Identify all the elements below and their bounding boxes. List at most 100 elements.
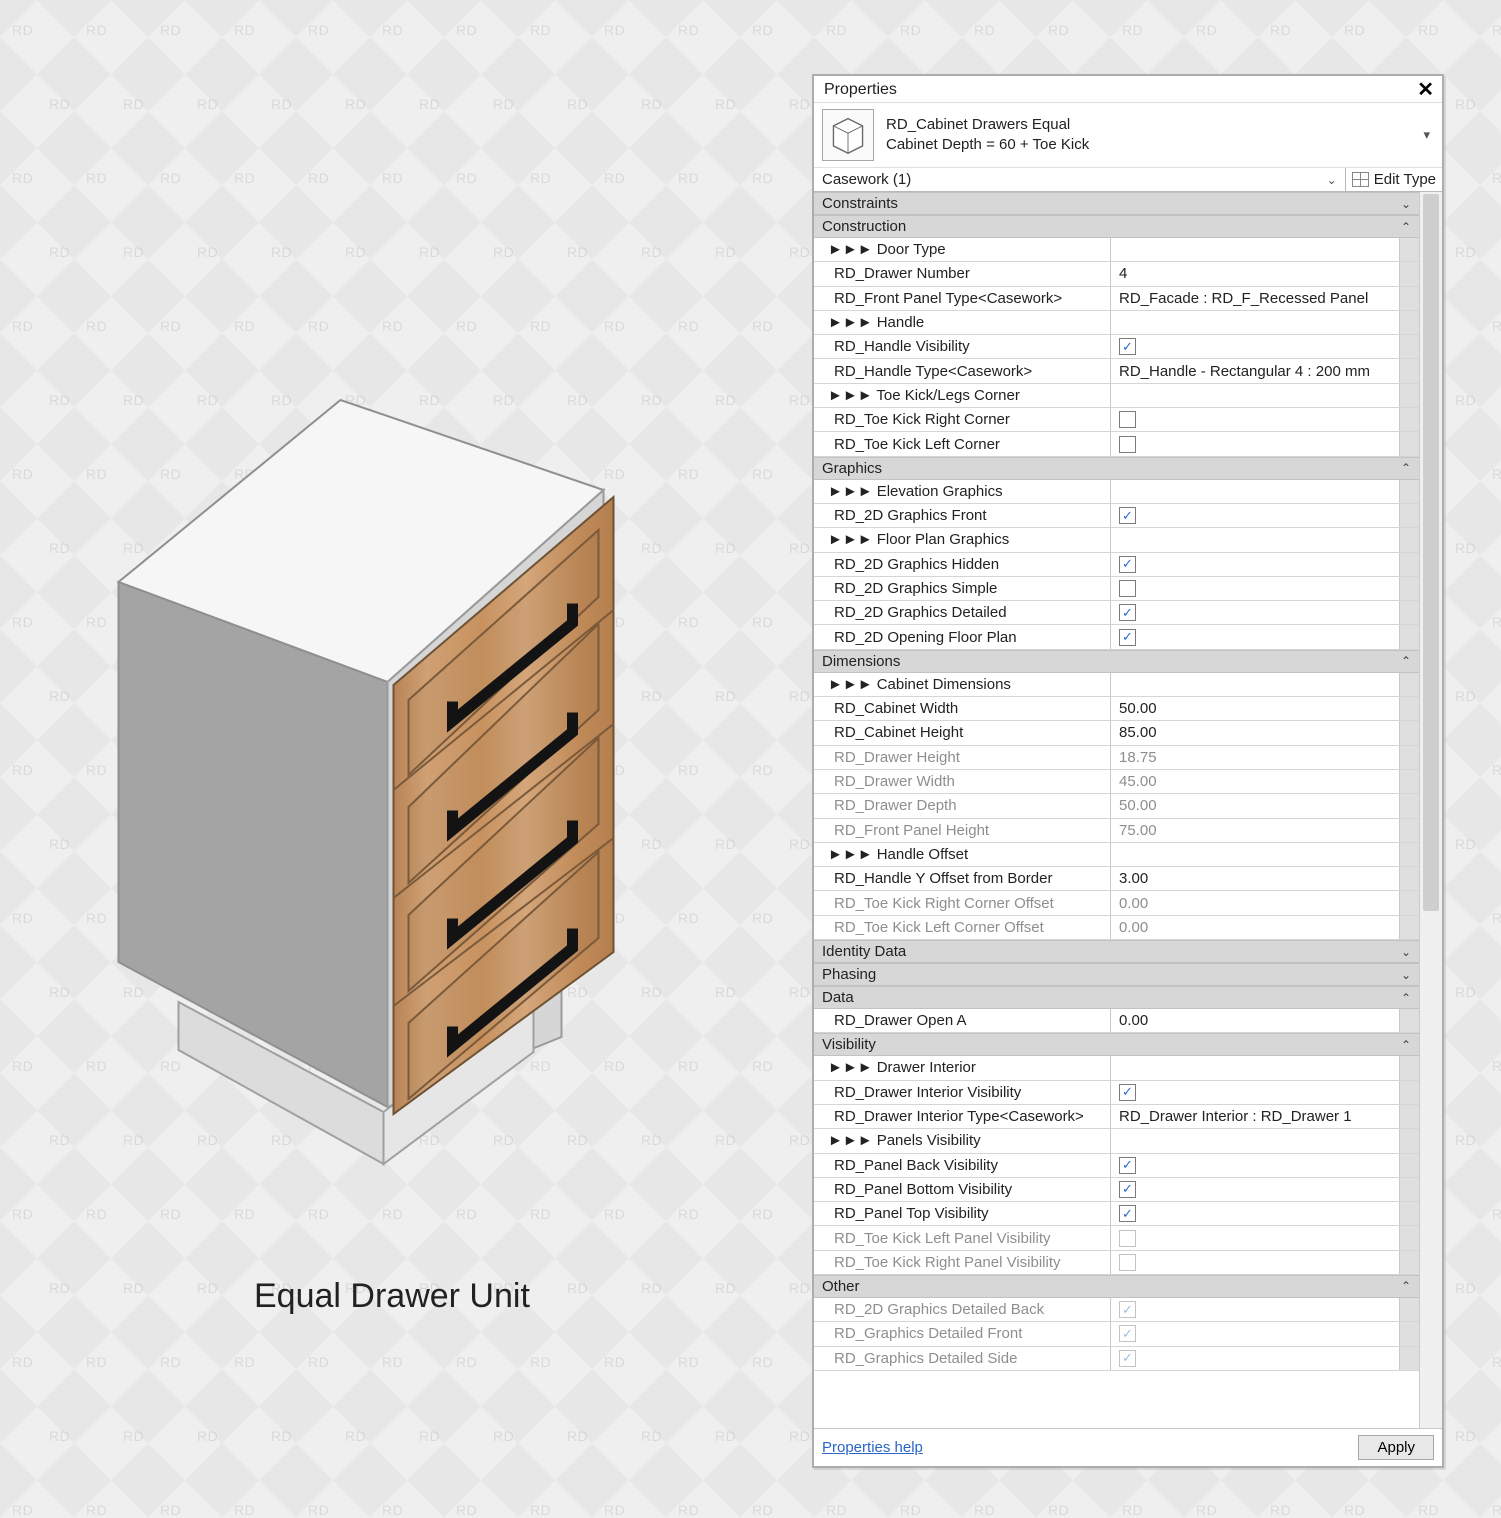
- val-front-panel-type[interactable]: RD_Facade : RD_F_Recessed Panel: [1111, 287, 1399, 310]
- section-visibility[interactable]: Visibility: [822, 1036, 876, 1053]
- param-panel-back-vis: RD_Panel Back Visibility: [814, 1154, 1111, 1177]
- param-2d-detailed: RD_2D Graphics Detailed: [814, 601, 1111, 624]
- param-toe-kick-right-panel-vis: RD_Toe Kick Right Panel Visibility: [814, 1251, 1111, 1274]
- section-graphics[interactable]: Graphics: [822, 460, 882, 477]
- val-drawer-interior-type[interactable]: RD_Drawer Interior : RD_Drawer 1: [1111, 1105, 1399, 1128]
- checkbox[interactable]: ✓: [1119, 1157, 1136, 1174]
- sub-elevation: ►►► Elevation Graphics: [814, 480, 1111, 503]
- param-graphics-detailed-front: RD_Graphics Detailed Front: [814, 1322, 1111, 1345]
- param-2d-opening: RD_2D Opening Floor Plan: [814, 625, 1111, 648]
- param-cabinet-height: RD_Cabinet Height: [814, 721, 1111, 744]
- edit-type-button[interactable]: Edit Type: [1346, 168, 1442, 191]
- param-front-panel-type: RD_Front Panel Type<Casework>: [814, 287, 1111, 310]
- properties-panel: Properties ✕ RD_Cabinet Drawers Equal Ca…: [812, 74, 1444, 1468]
- cabinet-3d-view: [100, 382, 667, 1212]
- param-2d-front: RD_2D Graphics Front: [814, 504, 1111, 527]
- param-toe-kick-right-offset: RD_Toe Kick Right Corner Offset: [814, 891, 1111, 914]
- section-other[interactable]: Other: [822, 1278, 860, 1295]
- section-construction[interactable]: Construction: [822, 218, 906, 235]
- sub-panels-vis: ►►► Panels Visibility: [814, 1129, 1111, 1152]
- val-cabinet-width[interactable]: 50.00: [1111, 697, 1399, 720]
- checkbox[interactable]: ✓: [1119, 1084, 1136, 1101]
- param-panel-bottom-vis: RD_Panel Bottom Visibility: [814, 1178, 1111, 1201]
- val-drawer-width: 45.00: [1111, 770, 1399, 793]
- section-dimensions[interactable]: Dimensions: [822, 653, 900, 670]
- viewport-caption: Equal Drawer Unit: [254, 1277, 530, 1316]
- sub-toe-kick: ►►► Toe Kick/Legs Corner: [814, 384, 1111, 407]
- checkbox[interactable]: ✓: [1119, 629, 1136, 646]
- checkbox[interactable]: ✓: [1119, 1205, 1136, 1222]
- param-handle-type: RD_Handle Type<Casework>: [814, 359, 1111, 382]
- sub-cabinet-dim: ►►► Cabinet Dimensions: [814, 673, 1111, 696]
- checkbox[interactable]: ✓: [1119, 507, 1136, 524]
- sub-drawer-interior: ►►► Drawer Interior: [814, 1056, 1111, 1079]
- param-drawer-height: RD_Drawer Height: [814, 746, 1111, 769]
- checkbox[interactable]: ✓: [1119, 604, 1136, 621]
- param-graphics-detailed-side: RD_Graphics Detailed Side: [814, 1347, 1111, 1370]
- param-front-panel-height: RD_Front Panel Height: [814, 819, 1111, 842]
- family-name: RD_Cabinet Drawers Equal: [886, 115, 1419, 135]
- param-drawer-number: RD_Drawer Number: [814, 262, 1111, 285]
- val-handle-type[interactable]: RD_Handle - Rectangular 4 : 200 mm: [1111, 359, 1399, 382]
- val-handle-y-offset[interactable]: 3.00: [1111, 867, 1399, 890]
- checkbox[interactable]: [1119, 580, 1136, 597]
- val-drawer-depth: 50.00: [1111, 794, 1399, 817]
- checkbox: ✓: [1119, 1301, 1136, 1318]
- val-drawer-number[interactable]: 4: [1111, 262, 1399, 285]
- param-handle-visibility: RD_Handle Visibility: [814, 335, 1111, 358]
- sub-handle-offset: ►►► Handle Offset: [814, 843, 1111, 866]
- section-constraints[interactable]: Constraints: [822, 195, 898, 212]
- val-drawer-open-a[interactable]: 0.00: [1111, 1009, 1399, 1032]
- param-drawer-width: RD_Drawer Width: [814, 770, 1111, 793]
- section-data[interactable]: Data: [822, 989, 854, 1006]
- param-toe-kick-left: RD_Toe Kick Left Corner: [814, 432, 1111, 455]
- param-2d-detailed-back: RD_2D Graphics Detailed Back: [814, 1298, 1111, 1321]
- param-handle-y-offset: RD_Handle Y Offset from Border: [814, 867, 1111, 890]
- checkbox: ✓: [1119, 1350, 1136, 1367]
- param-panel-top-vis: RD_Panel Top Visibility: [814, 1202, 1111, 1225]
- val-drawer-height: 18.75: [1111, 746, 1399, 769]
- properties-help-link[interactable]: Properties help: [822, 1439, 923, 1456]
- param-2d-hidden: RD_2D Graphics Hidden: [814, 553, 1111, 576]
- checkbox: ✓: [1119, 1325, 1136, 1342]
- chevron-down-icon[interactable]: ▾: [1419, 127, 1434, 143]
- sub-floorplan: ►►► Floor Plan Graphics: [814, 528, 1111, 551]
- param-drawer-depth: RD_Drawer Depth: [814, 794, 1111, 817]
- checkbox[interactable]: [1119, 436, 1136, 453]
- val-front-panel-height: 75.00: [1111, 819, 1399, 842]
- scrollbar-thumb[interactable]: [1423, 194, 1439, 911]
- checkbox[interactable]: ✓: [1119, 556, 1136, 573]
- chevron-down-icon: ⌄: [1327, 173, 1337, 187]
- scrollbar[interactable]: [1419, 192, 1442, 1428]
- val-toe-kick-right-offset: 0.00: [1111, 891, 1399, 914]
- param-toe-kick-right: RD_Toe Kick Right Corner: [814, 408, 1111, 431]
- param-drawer-interior-vis: RD_Drawer Interior Visibility: [814, 1081, 1111, 1104]
- type-thumbnail-icon: [822, 109, 874, 161]
- sub-door-type: ►►► Door Type: [814, 238, 1111, 261]
- instance-selector[interactable]: Casework (1) ⌄: [814, 168, 1346, 191]
- instance-selector-label: Casework (1): [822, 171, 911, 188]
- param-2d-simple: RD_2D Graphics Simple: [814, 577, 1111, 600]
- param-drawer-interior-type: RD_Drawer Interior Type<Casework>: [814, 1105, 1111, 1128]
- properties-list: Constraints⌄ Construction⌃ ►►► Door Type…: [814, 192, 1419, 1428]
- panel-title: Properties: [824, 81, 897, 99]
- edit-type-label: Edit Type: [1374, 171, 1436, 188]
- val-toe-kick-left-offset: 0.00: [1111, 916, 1399, 939]
- apply-button[interactable]: Apply: [1358, 1435, 1434, 1460]
- param-cabinet-width: RD_Cabinet Width: [814, 697, 1111, 720]
- param-toe-kick-left-panel-vis: RD_Toe Kick Left Panel Visibility: [814, 1226, 1111, 1249]
- section-identity[interactable]: Identity Data: [822, 943, 906, 960]
- checkbox[interactable]: ✓: [1119, 1181, 1136, 1198]
- checkbox: [1119, 1230, 1136, 1247]
- sub-handle: ►►► Handle: [814, 311, 1111, 334]
- type-name: Cabinet Depth = 60 + Toe Kick: [886, 135, 1419, 155]
- checkbox[interactable]: [1119, 411, 1136, 428]
- edit-type-icon: [1352, 172, 1369, 187]
- close-icon[interactable]: ✕: [1417, 80, 1434, 100]
- param-drawer-open-a: RD_Drawer Open A: [814, 1009, 1111, 1032]
- section-phasing[interactable]: Phasing: [822, 966, 876, 983]
- val-cabinet-height[interactable]: 85.00: [1111, 721, 1399, 744]
- checkbox[interactable]: ✓: [1119, 338, 1136, 355]
- type-selector-row[interactable]: RD_Cabinet Drawers Equal Cabinet Depth =…: [814, 102, 1442, 168]
- checkbox: [1119, 1254, 1136, 1271]
